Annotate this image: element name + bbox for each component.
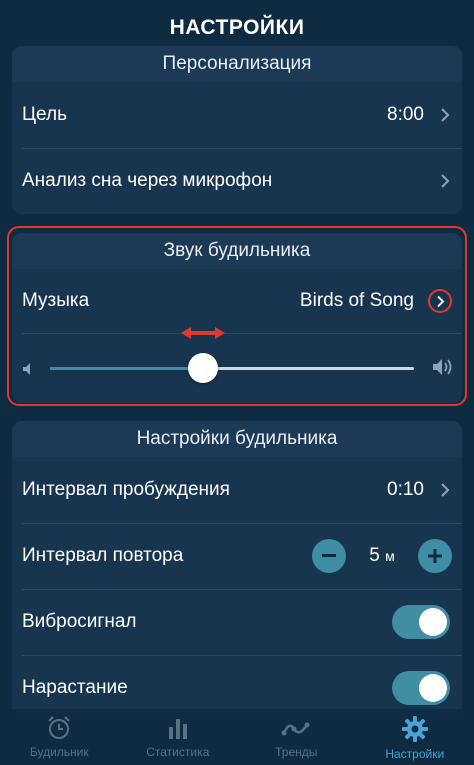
- wake-interval-row[interactable]: Интервал пробуждения 0:10: [12, 457, 462, 523]
- tab-alarm-label: Будильник: [29, 745, 89, 759]
- minus-button[interactable]: [312, 539, 346, 573]
- alarm-sound-section: Звук будильника Музыка Birds of Song: [12, 233, 462, 403]
- gear-icon: [401, 716, 428, 742]
- volume-slider-fill: [50, 367, 203, 370]
- fade-in-toggle[interactable]: [392, 671, 450, 705]
- drag-arrows-icon: [180, 327, 225, 339]
- music-row[interactable]: Музыка Birds of Song: [12, 269, 462, 333]
- chevron-right-icon: [438, 105, 452, 125]
- vibration-toggle[interactable]: [392, 605, 450, 639]
- chevron-right-icon[interactable]: [428, 289, 452, 313]
- volume-row: [12, 327, 462, 403]
- tab-trends-label: Тренды: [275, 745, 318, 759]
- toggle-knob: [419, 674, 447, 702]
- volume-slider-thumb[interactable]: [180, 327, 225, 383]
- bar-chart-icon: [168, 719, 187, 739]
- tab-trends[interactable]: Тренды: [237, 709, 356, 765]
- alarm-settings-header: Настройки будильника: [12, 421, 462, 457]
- plus-button[interactable]: [418, 539, 452, 573]
- snooze-row: Интервал повтора 5 м: [12, 523, 462, 589]
- tab-settings[interactable]: Настройки: [356, 709, 474, 765]
- trend-line-icon: [281, 722, 310, 736]
- vibration-label: Вибросигнал: [22, 611, 137, 632]
- personalization-section: Персонализация Цель 8:00 Анализ сна чере…: [12, 46, 462, 214]
- mic-analysis-row[interactable]: Анализ сна через микрофон: [12, 148, 462, 214]
- fade-in-label: Нарастание: [22, 677, 128, 698]
- alarm-settings-section: Настройки будильника Интервал пробуждени…: [12, 421, 462, 721]
- volume-low-icon: [22, 360, 34, 382]
- tab-settings-label: Настройки: [385, 747, 445, 761]
- mic-analysis-label: Анализ сна через микрофон: [22, 170, 273, 191]
- wake-interval-label: Интервал пробуждения: [22, 479, 230, 500]
- volume-high-icon: [432, 358, 454, 382]
- snooze-value: 5 м: [346, 545, 418, 567]
- tab-alarm[interactable]: Будильник: [0, 709, 119, 765]
- music-label: Музыка: [22, 290, 90, 311]
- toggle-knob: [419, 608, 447, 636]
- chevron-right-icon: [438, 171, 452, 191]
- tab-statistics-label: Статистика: [146, 745, 210, 759]
- vibration-row: Вибросигнал: [12, 589, 462, 655]
- tab-bar: Будильник Статистика Тренды Настройки: [0, 709, 474, 765]
- snooze-label: Интервал повтора: [22, 545, 184, 566]
- settings-screen: НАСТРОЙКИ Персонализация Цель 8:00 Анали…: [0, 0, 474, 765]
- snooze-number: 5: [369, 545, 380, 566]
- goal-row[interactable]: Цель 8:00: [12, 82, 462, 148]
- snooze-stepper: 5 м: [312, 539, 452, 573]
- music-value: Birds of Song: [299, 290, 414, 311]
- chevron-right-icon: [438, 480, 452, 500]
- goal-label: Цель: [22, 104, 67, 125]
- alarm-clock-icon: [48, 716, 70, 739]
- snooze-unit: м: [385, 548, 395, 564]
- goal-value: 8:00: [387, 104, 424, 125]
- wake-interval-value: 0:10: [387, 479, 424, 500]
- tab-statistics[interactable]: Статистика: [119, 709, 238, 765]
- page-title: НАСТРОЙКИ: [169, 16, 305, 39]
- personalization-header: Персонализация: [12, 46, 462, 82]
- alarm-sound-header: Звук будильника: [12, 233, 462, 269]
- volume-slider[interactable]: [50, 327, 414, 383]
